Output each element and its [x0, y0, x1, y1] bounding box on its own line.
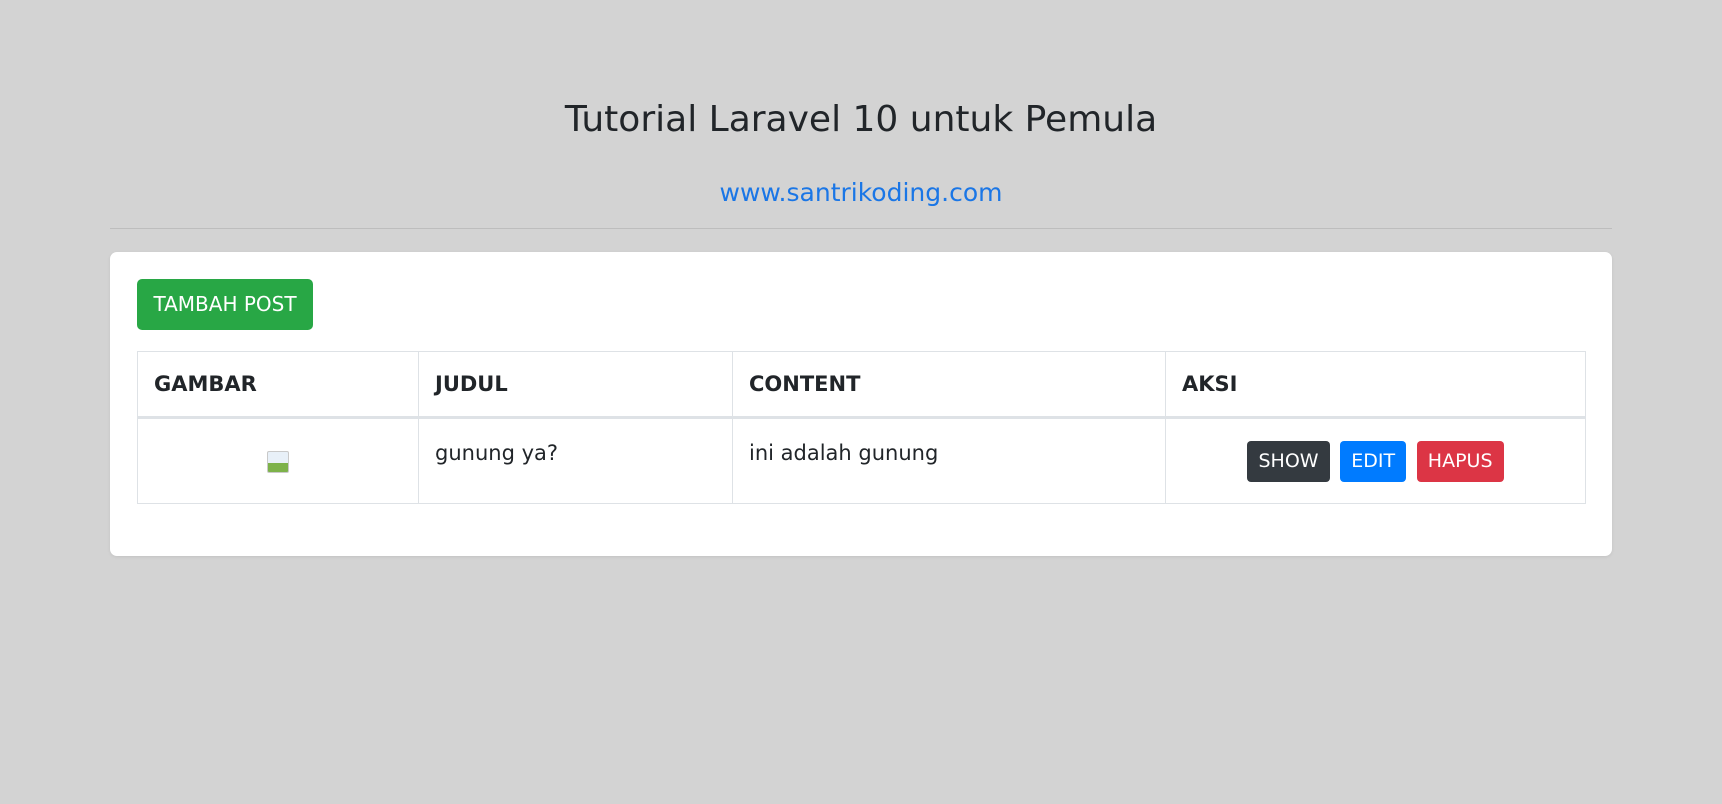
- show-button[interactable]: SHOW: [1247, 440, 1330, 482]
- cell-judul: gunung ya?: [418, 417, 733, 504]
- site-link[interactable]: www.santrikoding.com: [0, 176, 1722, 210]
- cell-gambar: [137, 417, 419, 504]
- table-row: gunung ya? ini adalah gunung SHOW EDIT H…: [137, 417, 1586, 504]
- posts-card: TAMBAH POST GAMBAR JUDUL CONTENT AKSI gu…: [110, 252, 1612, 556]
- cell-content: ini adalah gunung: [732, 417, 1166, 504]
- column-header-content: CONTENT: [732, 351, 1166, 419]
- divider: [110, 228, 1612, 229]
- page-title: Tutorial Laravel 10 untuk Pemula: [564, 99, 1158, 140]
- broken-image-icon: [267, 451, 289, 473]
- column-header-gambar: GAMBAR: [137, 351, 419, 419]
- cell-aksi: SHOW EDIT HAPUS: [1165, 417, 1586, 504]
- table-header-row: GAMBAR JUDUL CONTENT AKSI: [137, 351, 1586, 419]
- column-header-judul: JUDUL: [418, 351, 733, 419]
- column-header-aksi: AKSI: [1165, 351, 1586, 419]
- page: Tutorial Laravel 10 untuk Pemula www.san…: [0, 0, 1722, 804]
- add-post-button[interactable]: TAMBAH POST: [137, 279, 313, 330]
- delete-button[interactable]: HAPUS: [1416, 440, 1504, 482]
- edit-button[interactable]: EDIT: [1340, 440, 1407, 482]
- posts-table: GAMBAR JUDUL CONTENT AKSI gunung ya? ini…: [137, 351, 1586, 504]
